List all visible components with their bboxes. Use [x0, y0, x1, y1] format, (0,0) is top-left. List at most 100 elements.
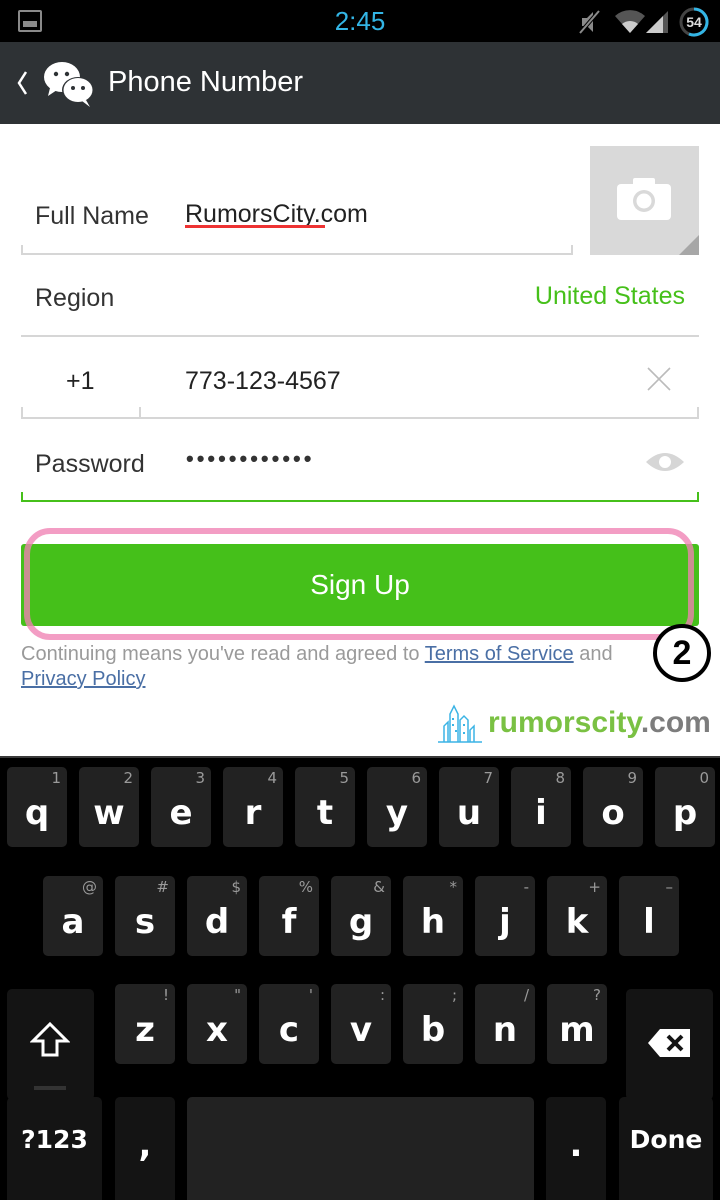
- key-i[interactable]: 8i: [511, 767, 571, 847]
- period-key[interactable]: . ...: [546, 1097, 606, 1200]
- key-g[interactable]: & g: [331, 876, 391, 956]
- key-label: b: [420, 1010, 446, 1050]
- full-name-label: Full Name: [35, 202, 149, 230]
- done-key[interactable]: Done ...: [619, 1097, 713, 1200]
- step-number-badge: 2: [653, 624, 711, 682]
- key-hint: #: [156, 878, 169, 896]
- key-p[interactable]: 0p: [655, 767, 715, 847]
- privacy-policy-link[interactable]: Privacy Policy: [21, 668, 145, 690]
- key-d[interactable]: $ d: [187, 876, 247, 956]
- key-b[interactable]: ; b: [403, 984, 463, 1064]
- eye-icon[interactable]: [645, 450, 685, 474]
- key-w[interactable]: 2w: [79, 767, 139, 847]
- key-hint: *: [449, 878, 458, 896]
- key-k[interactable]: + k: [547, 876, 607, 956]
- key-hint: ?: [593, 986, 601, 1004]
- key-label: c: [278, 1010, 300, 1050]
- key-s[interactable]: # s: [115, 876, 175, 956]
- key-hint: 7: [483, 769, 493, 787]
- key-hint: %: [298, 878, 313, 896]
- key-u[interactable]: 7u: [439, 767, 499, 847]
- shift-indicator: [34, 1086, 66, 1090]
- password-underline-focused: [21, 500, 699, 502]
- key-hint: !: [162, 986, 169, 1004]
- symbols-key[interactable]: ?123: [7, 1097, 102, 1200]
- password-label: Password: [35, 450, 145, 478]
- key-label: x: [206, 1010, 228, 1050]
- phone-underline: [21, 417, 699, 419]
- key-label: g: [348, 902, 374, 942]
- avatar-corner-indicator: [679, 235, 699, 255]
- key-label: l: [643, 902, 655, 942]
- spellcheck-underline: [185, 225, 325, 228]
- key-label: u: [456, 793, 482, 833]
- soft-keyboard: ?123 , ... . ... Done ... 1q2w3e4r5t6y7u…: [0, 756, 720, 1200]
- key-label: n: [492, 1010, 518, 1050]
- key-a[interactable]: @ a: [43, 876, 103, 956]
- watermark: rumorscity.com: [438, 702, 718, 746]
- wechat-logo-icon: [44, 62, 94, 107]
- sign-up-button[interactable]: Sign Up: [21, 544, 699, 626]
- key-label: f: [281, 902, 297, 942]
- key-hint: 4: [267, 769, 277, 787]
- clear-x-icon[interactable]: [646, 366, 672, 392]
- key-n[interactable]: / n: [475, 984, 535, 1064]
- key-e[interactable]: 3e: [151, 767, 211, 847]
- backspace-icon: [648, 1029, 690, 1057]
- key-c[interactable]: ' c: [259, 984, 319, 1064]
- key-j[interactable]: -j: [475, 876, 535, 956]
- key-v[interactable]: :v: [331, 984, 391, 1064]
- key-hint: 0: [699, 769, 709, 787]
- space-key[interactable]: [187, 1097, 534, 1200]
- key-m[interactable]: ? m: [547, 984, 607, 1064]
- key-q[interactable]: 1q: [7, 767, 67, 847]
- status-bar: 2:45 54: [0, 0, 720, 42]
- key-x[interactable]: " x: [187, 984, 247, 1064]
- key-label: t: [316, 793, 334, 833]
- key-f[interactable]: % f: [259, 876, 319, 956]
- wifi-icon: [615, 10, 645, 34]
- key-l[interactable]: – l: [619, 876, 679, 956]
- key-t[interactable]: 5t: [295, 767, 355, 847]
- terms-middle: and: [573, 643, 613, 665]
- avatar-upload-button[interactable]: [590, 146, 699, 255]
- key-label: e: [169, 793, 193, 833]
- key-hint: 6: [411, 769, 421, 787]
- field-tick: [21, 492, 23, 502]
- region-selector[interactable]: United States: [535, 282, 685, 311]
- signup-form: Full Name RumorsCity.com Region United S…: [0, 124, 720, 756]
- key-hint: &: [373, 878, 385, 896]
- key-label: h: [420, 902, 446, 942]
- key-hint: @: [82, 878, 97, 896]
- chevron-left-icon[interactable]: [14, 66, 30, 100]
- key-hint: -: [523, 878, 529, 896]
- key-hint: ;: [451, 986, 457, 1004]
- region-divider: [21, 335, 699, 337]
- camera-icon: [617, 178, 671, 220]
- terms-text: Continuing means you've read and agreed …: [21, 642, 661, 692]
- key-hint: :: [379, 986, 385, 1004]
- country-code[interactable]: +1: [66, 367, 95, 396]
- key-label: r: [244, 793, 262, 833]
- key-z[interactable]: ! z: [115, 984, 175, 1064]
- terms-of-service-link[interactable]: Terms of Service: [425, 643, 574, 665]
- shift-key[interactable]: [7, 989, 94, 1100]
- key-hint: ": [234, 986, 241, 1004]
- key-hint: $: [231, 878, 241, 896]
- backspace-key[interactable]: [626, 989, 713, 1100]
- key-h[interactable]: * h: [403, 876, 463, 956]
- key-label: d: [204, 902, 230, 942]
- key-hint: 1: [51, 769, 61, 787]
- password-input[interactable]: ••••••••••••: [186, 446, 314, 472]
- key-o[interactable]: 9o: [583, 767, 643, 847]
- key-label: y: [385, 793, 409, 833]
- action-bar: Phone Number: [0, 42, 720, 124]
- key-y[interactable]: 6y: [367, 767, 427, 847]
- key-label: p: [672, 793, 698, 833]
- key-r[interactable]: 4r: [223, 767, 283, 847]
- key-hint: 3: [195, 769, 205, 787]
- comma-key[interactable]: , ...: [115, 1097, 175, 1200]
- key-label: i: [535, 793, 547, 833]
- phone-number-input[interactable]: 773-123-4567: [185, 367, 341, 396]
- key-label: s: [134, 902, 156, 942]
